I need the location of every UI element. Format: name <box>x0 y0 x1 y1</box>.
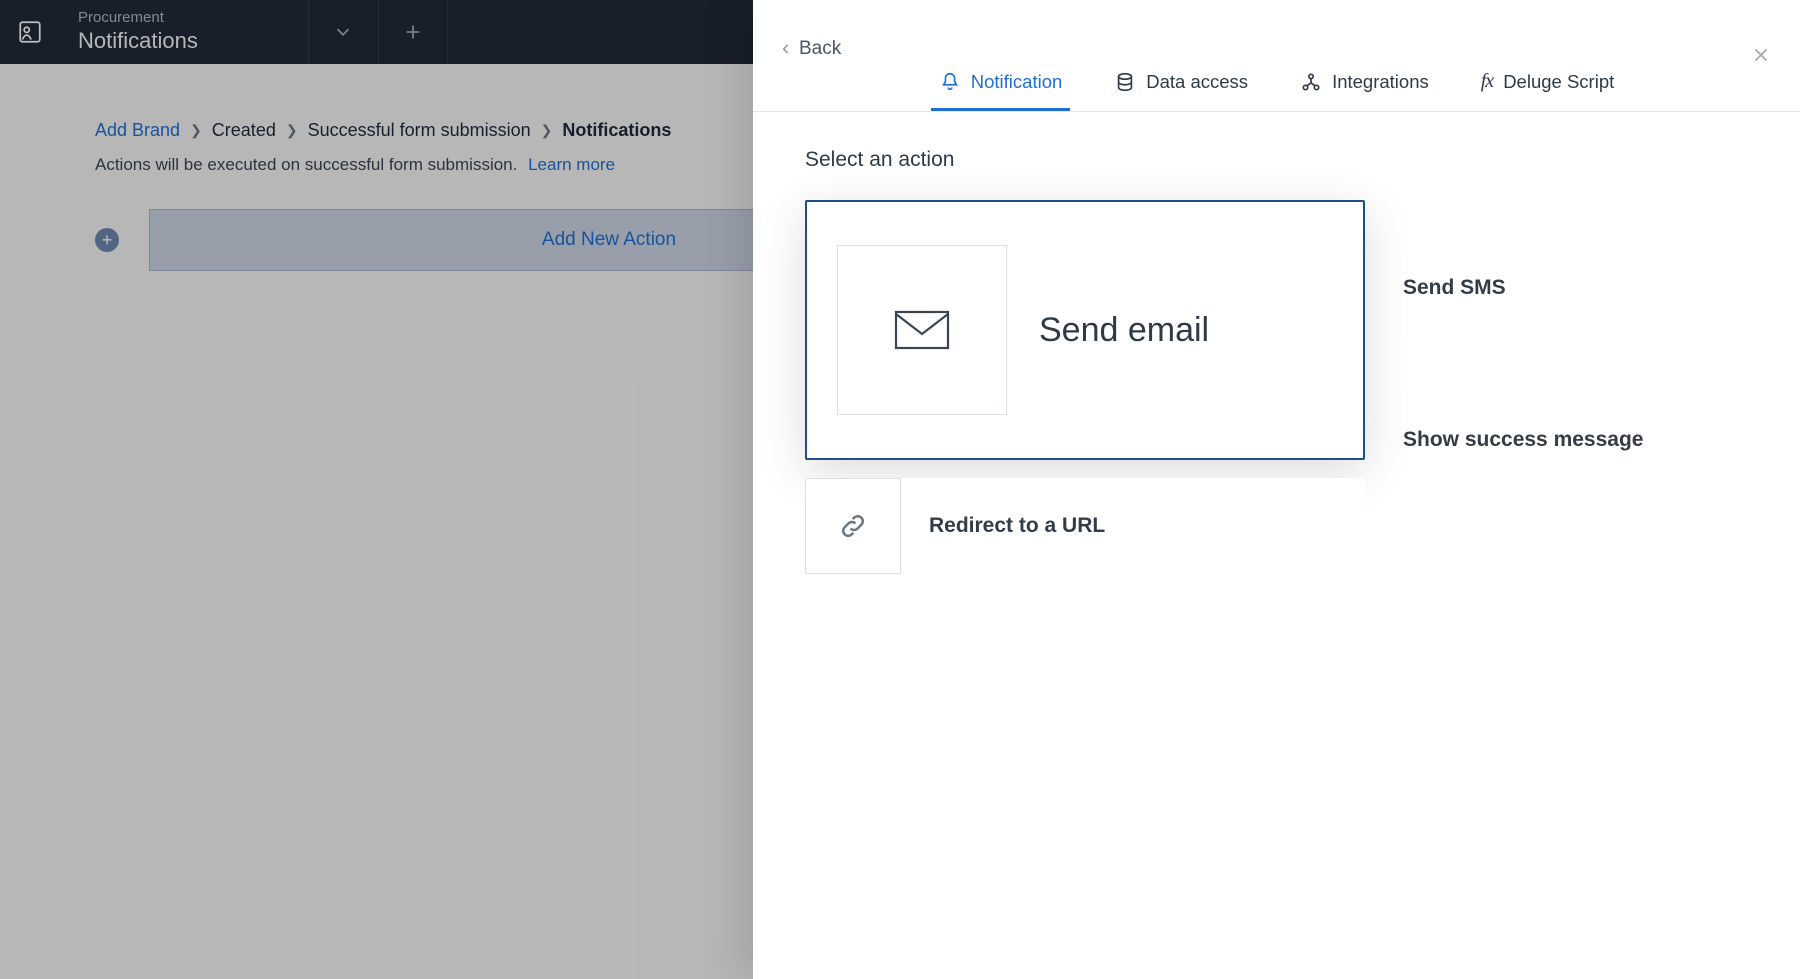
crumb-successful-submission[interactable]: Successful form submission <box>308 120 531 141</box>
crumb-add-brand[interactable]: Add Brand <box>95 120 180 141</box>
tab-data-access[interactable]: Data access <box>1106 55 1256 111</box>
chevron-right-icon: ❯ <box>286 122 298 139</box>
integrations-icon <box>1300 71 1322 93</box>
action-panel: Back Notification Data access Integratio… <box>753 0 1800 979</box>
action-send-sms-label: Send SMS <box>1403 276 1506 300</box>
add-tab-button[interactable] <box>378 0 448 64</box>
tab-integrations-label: Integrations <box>1332 71 1429 93</box>
title-group: Procurement Notifications <box>60 10 198 54</box>
action-redirect-label: Redirect to a URL <box>929 514 1105 538</box>
tab-notification-label: Notification <box>971 71 1063 93</box>
panel-body: Select an action Send email Redirect to … <box>753 112 1800 610</box>
add-action-plus-icon[interactable]: + <box>95 228 119 252</box>
bell-icon <box>939 71 961 93</box>
panel-header: Back Notification Data access Integratio… <box>753 0 1800 112</box>
chevron-right-icon: ❯ <box>190 122 202 139</box>
panel-heading: Select an action <box>805 148 1748 172</box>
app-icon <box>0 0 60 64</box>
tab-deluge-script[interactable]: fx Deluge Script <box>1473 55 1623 111</box>
crumb-created[interactable]: Created <box>212 120 276 141</box>
subline-text: Actions will be executed on successful f… <box>95 155 517 174</box>
chevron-right-icon: ❯ <box>541 122 553 139</box>
crumb-notifications: Notifications <box>562 120 671 141</box>
tab-data-access-label: Data access <box>1146 71 1248 93</box>
database-icon <box>1114 71 1136 93</box>
tab-notification[interactable]: Notification <box>931 55 1071 111</box>
panel-tabs: Notification Data access Integrations fx… <box>753 0 1800 111</box>
add-new-action-label: Add New Action <box>542 229 676 251</box>
learn-more-link[interactable]: Learn more <box>528 155 615 174</box>
page-title: Notifications <box>78 27 198 55</box>
close-button[interactable] <box>1750 44 1774 68</box>
link-icon <box>805 478 901 574</box>
action-send-email[interactable]: Send email <box>805 200 1365 460</box>
action-redirect-url[interactable]: Redirect to a URL <box>805 478 1365 574</box>
action-send-email-label: Send email <box>1039 311 1209 350</box>
action-send-sms[interactable]: Send SMS <box>1403 240 1643 336</box>
envelope-icon <box>837 245 1007 415</box>
title-dropdown[interactable] <box>308 0 378 64</box>
tab-integrations[interactable]: Integrations <box>1292 55 1437 111</box>
action-show-success-label: Show success message <box>1403 428 1643 452</box>
action-show-success[interactable]: Show success message <box>1403 392 1643 488</box>
tab-deluge-label: Deluge Script <box>1503 71 1614 93</box>
app-supertitle: Procurement <box>78 10 198 27</box>
fx-icon: fx <box>1481 70 1493 93</box>
